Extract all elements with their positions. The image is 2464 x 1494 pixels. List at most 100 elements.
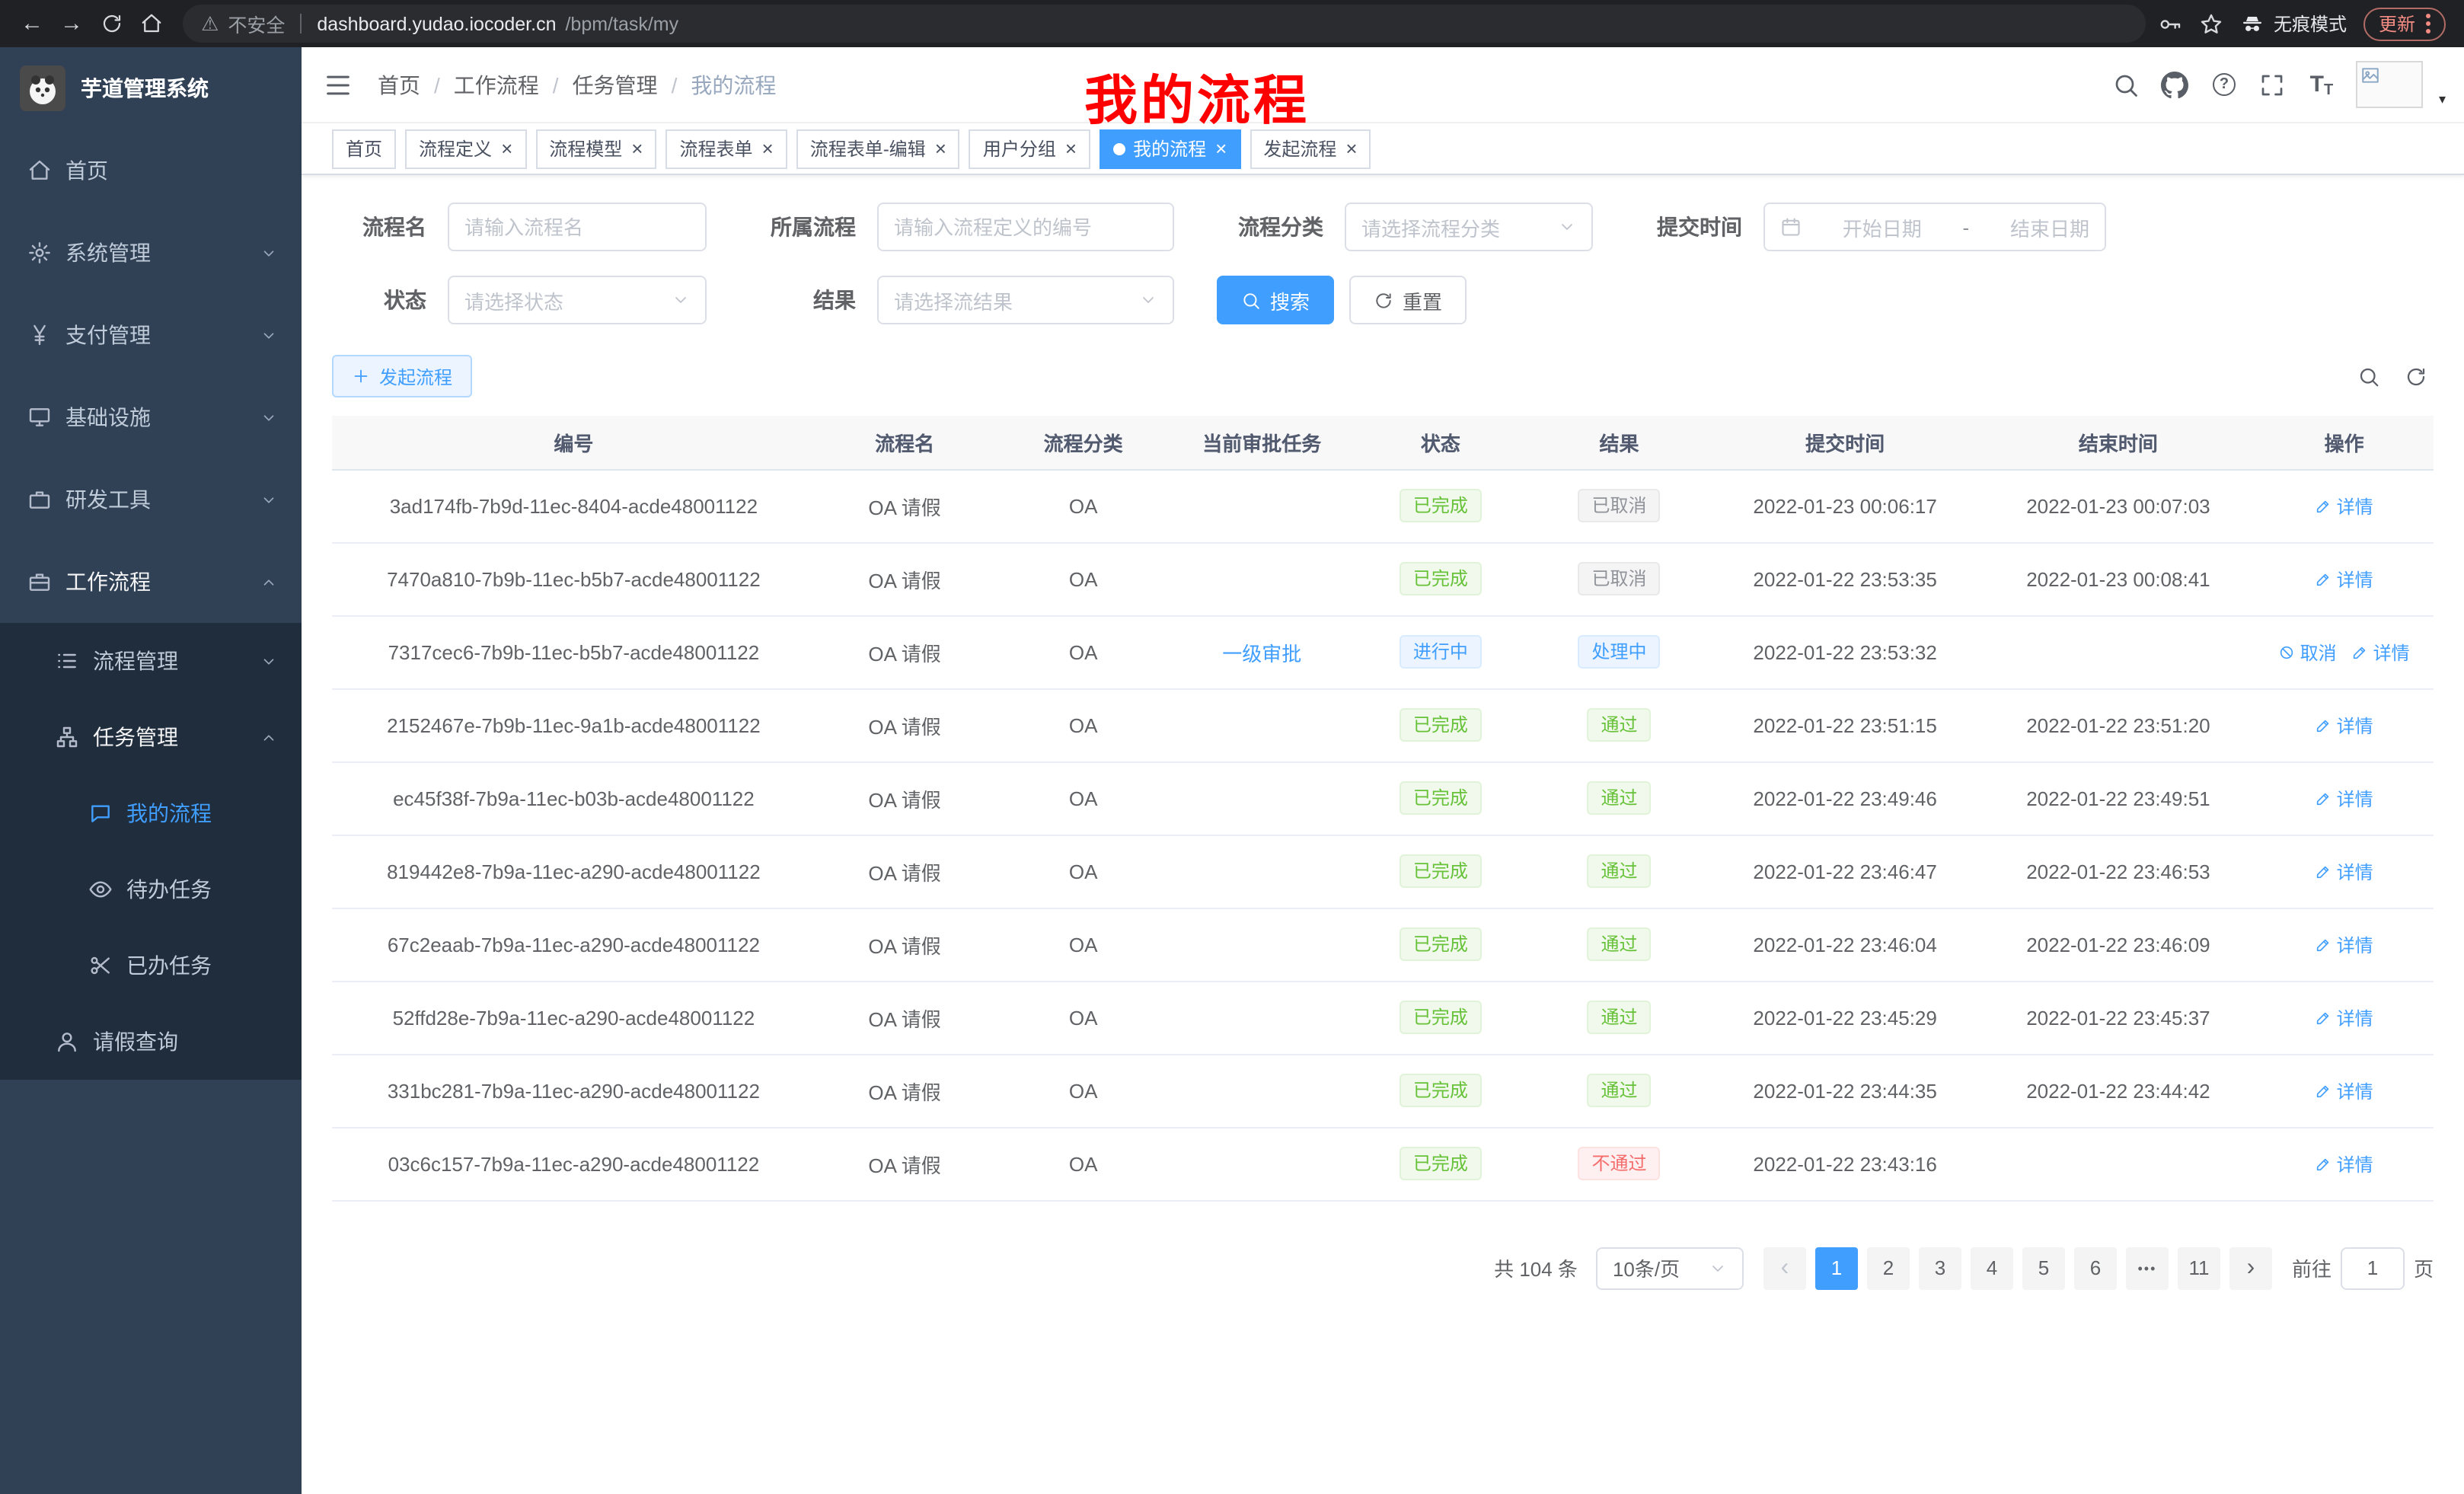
process-def-input[interactable] [877, 203, 1174, 251]
sidebar-item-6[interactable]: 流程管理 [0, 623, 302, 699]
task-link[interactable]: 一级审批 [1222, 642, 1301, 665]
update-button[interactable]: 更新 [2363, 7, 2446, 40]
page-button-2[interactable]: 2 [1867, 1247, 1910, 1289]
cell-submit-time: 2022-01-22 23:53:35 [1709, 542, 1982, 615]
sidebar-item-1[interactable]: 系统管理 [0, 212, 302, 294]
more-pages-button[interactable]: ••• [2126, 1247, 2169, 1289]
browser-toolbar: ← → ⚠ 不安全 dashboard.yudao.iocoder.cn/bpm… [0, 0, 2464, 47]
tab-item[interactable]: 用户分组× [969, 129, 1090, 168]
result-select[interactable]: 请选择流结果 [877, 276, 1174, 324]
search-button[interactable]: 搜索 [1217, 276, 1334, 324]
sidebar-item-5[interactable]: 工作流程 [0, 541, 302, 623]
close-icon[interactable]: × [1345, 139, 1357, 158]
sidebar-item-7[interactable]: 任务管理 [0, 699, 302, 775]
detail-link[interactable]: 详情 [2316, 858, 2373, 884]
cell-current-task [1173, 1127, 1352, 1200]
next-page-button[interactable]: › [2229, 1247, 2272, 1289]
detail-link[interactable]: 详情 [2316, 566, 2373, 592]
goto-page-input[interactable] [2341, 1247, 2405, 1289]
cell-status: 进行中 [1352, 615, 1530, 688]
security-label: 不安全 [228, 9, 285, 38]
cell-process-name: OA 请假 [815, 1127, 994, 1200]
cell-process-name: OA 请假 [815, 981, 994, 1054]
detail-link[interactable]: 详情 [2316, 1077, 2373, 1103]
cell-process-name: OA 请假 [815, 542, 994, 615]
detail-link[interactable]: 详情 [2316, 712, 2373, 738]
sidebar-item-4[interactable]: 研发工具 [0, 458, 302, 541]
address-bar[interactable]: ⚠ 不安全 dashboard.yudao.iocoder.cn/bpm/tas… [183, 5, 2146, 43]
page-button-5[interactable]: 5 [2022, 1247, 2065, 1289]
detail-link[interactable]: 详情 [2316, 493, 2373, 519]
submit-time-range[interactable]: 开始日期 - 结束日期 [1763, 203, 2106, 251]
status-placeholder: 请选择状态 [464, 286, 563, 314]
cell-category: OA [994, 542, 1173, 615]
cell-end-time: 2022-01-23 00:08:41 [1982, 542, 2255, 615]
page-button-6[interactable]: 6 [2074, 1247, 2117, 1289]
tab-item[interactable]: 首页 [332, 129, 396, 168]
avatar[interactable] [2357, 61, 2424, 108]
cell-result: 通过 [1530, 981, 1709, 1054]
sidebar-item-2[interactable]: 支付管理 [0, 294, 302, 376]
sidebar-item-10[interactable]: 已办任务 [0, 927, 302, 1004]
reset-button[interactable]: 重置 [1349, 276, 1467, 324]
start-process-button[interactable]: 发起流程 [332, 355, 472, 397]
close-icon[interactable]: × [501, 139, 512, 158]
prev-page-button[interactable]: ‹ [1763, 1247, 1806, 1289]
star-icon[interactable] [2199, 11, 2223, 36]
category-select[interactable]: 请选择流程分类 [1345, 203, 1593, 251]
cancel-link[interactable]: 取消 [2279, 639, 2337, 665]
detail-link[interactable]: 详情 [2316, 1004, 2373, 1030]
tab-item[interactable]: 流程定义× [405, 129, 526, 168]
sidebar-item-9[interactable]: 待办任务 [0, 851, 302, 927]
tab-item[interactable]: 我的流程× [1100, 129, 1240, 168]
hamburger-icon[interactable] [323, 69, 353, 100]
page-size-select[interactable]: 10条/页 [1596, 1247, 1744, 1289]
page-button-11[interactable]: 11 [2178, 1247, 2220, 1289]
refresh-icon[interactable] [2405, 365, 2427, 388]
close-icon[interactable]: × [631, 139, 643, 158]
search-icon[interactable] [2113, 71, 2140, 98]
detail-link[interactable]: 详情 [2316, 931, 2373, 957]
sidebar-item-3[interactable]: 基础设施 [0, 376, 302, 458]
process-name-input[interactable] [448, 203, 707, 251]
cell-end-time: 2022-01-23 00:07:03 [1982, 469, 2255, 542]
home-button[interactable] [131, 4, 171, 43]
close-icon[interactable]: × [1065, 139, 1077, 158]
detail-link[interactable]: 详情 [2316, 1151, 2373, 1176]
close-icon[interactable]: × [762, 139, 774, 158]
page-button-1[interactable]: 1 [1815, 1247, 1858, 1289]
cell-id: 7470a810-7b9b-11ec-b5b7-acde48001122 [332, 542, 815, 615]
tab-item[interactable]: 流程模型× [535, 129, 656, 168]
detail-icon [2316, 717, 2332, 733]
breadcrumb-item[interactable]: 首页 [378, 69, 420, 100]
close-icon[interactable]: × [935, 139, 946, 158]
url-path: /bpm/task/my [565, 13, 678, 34]
fullscreen-icon[interactable] [2259, 71, 2287, 98]
filter-row-2: 状态 请选择状态 结果 请选择流结果 [332, 276, 2434, 324]
detail-link[interactable]: 详情 [2316, 785, 2373, 811]
table-row: 7470a810-7b9b-11ec-b5b7-acde48001122OA 请… [332, 542, 2434, 615]
font-size-icon[interactable]: TT [2308, 71, 2335, 98]
tab-item[interactable]: 流程表单-编辑× [796, 129, 960, 168]
search-toggle-icon[interactable] [2357, 365, 2380, 388]
tab-item[interactable]: 发起流程× [1250, 129, 1371, 168]
result-tag: 不通过 [1578, 1147, 1660, 1180]
github-icon[interactable] [2162, 71, 2189, 98]
close-icon[interactable]: × [1215, 139, 1227, 158]
reload-button[interactable] [91, 4, 131, 43]
page-button-4[interactable]: 4 [1971, 1247, 2013, 1289]
breadcrumb-item[interactable]: 任务管理 [573, 69, 658, 100]
sidebar-item-0[interactable]: 首页 [0, 129, 302, 212]
page-button-3[interactable]: 3 [1919, 1247, 1961, 1289]
key-icon[interactable] [2158, 11, 2182, 36]
sidebar-item-11[interactable]: 请假查询 [0, 1004, 302, 1080]
cell-current-task: 一级审批 [1173, 615, 1352, 688]
breadcrumb-item[interactable]: 工作流程 [454, 69, 539, 100]
tab-item[interactable]: 流程表单× [665, 129, 787, 168]
forward-button[interactable]: → [52, 4, 91, 43]
sidebar-item-8[interactable]: 我的流程 [0, 775, 302, 851]
back-button[interactable]: ← [12, 4, 52, 43]
status-select[interactable]: 请选择状态 [448, 276, 707, 324]
question-icon[interactable]: ? [2210, 71, 2238, 98]
detail-link[interactable]: 详情 [2352, 639, 2410, 665]
